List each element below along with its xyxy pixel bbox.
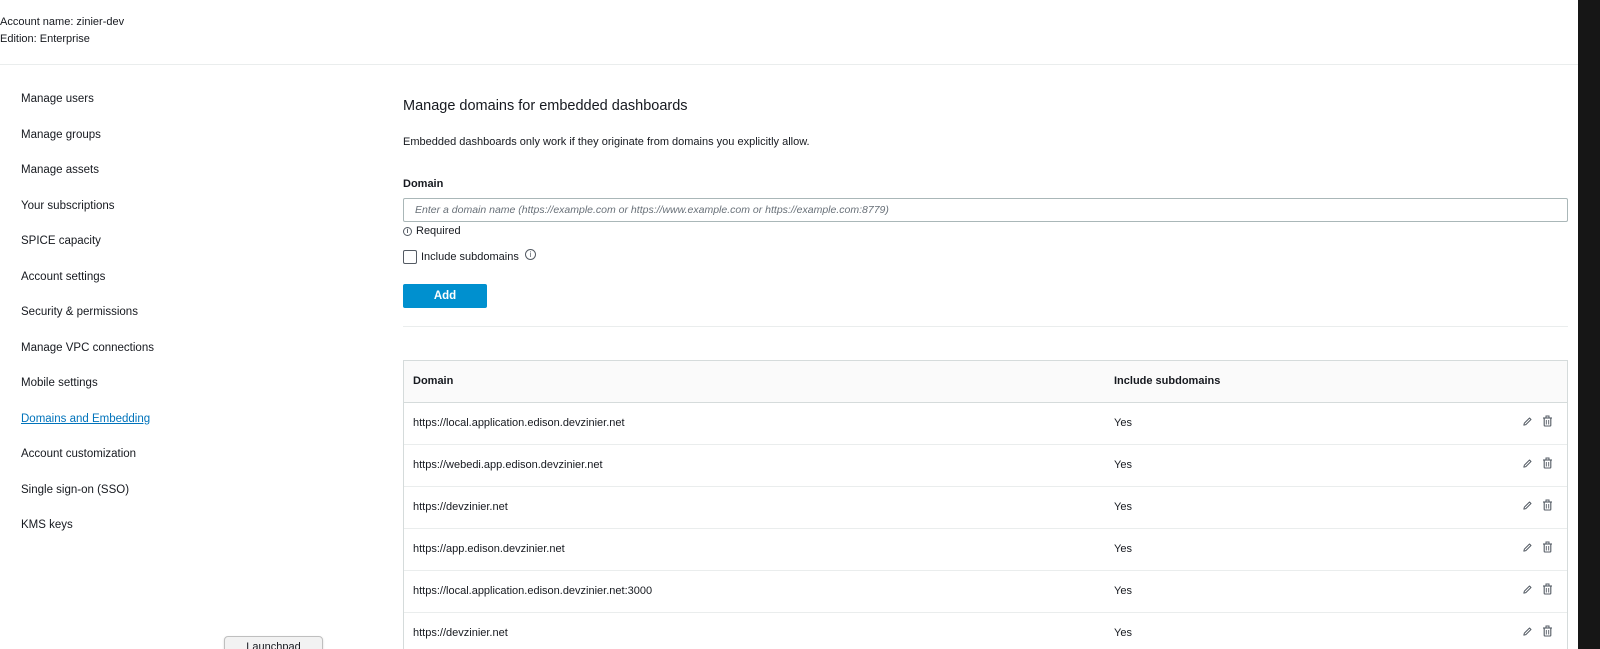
pencil-icon[interactable] — [1522, 416, 1533, 427]
include-subdomains-cell: Yes — [1114, 459, 1132, 471]
domain-cell: https://webedi.app.edison.devzinier.net — [413, 459, 603, 471]
row-actions — [1522, 583, 1553, 595]
sidebar-item-mobile-settings[interactable]: Mobile settings — [21, 374, 154, 410]
add-button[interactable]: Add — [403, 284, 487, 308]
sidebar-item-kms-keys[interactable]: KMS keys — [21, 516, 154, 552]
header-divider — [0, 64, 1578, 65]
sidebar-item-security-permissions[interactable]: Security & permissions — [21, 303, 154, 339]
trash-icon[interactable] — [1542, 541, 1553, 553]
pencil-icon[interactable] — [1522, 500, 1533, 511]
include-subdomains-row: Include subdomains i — [403, 248, 536, 264]
include-subdomains-cell: Yes — [1114, 627, 1132, 639]
page-description: Embedded dashboards only work if they or… — [403, 136, 810, 148]
required-text: Required — [416, 225, 461, 237]
domains-table: Domain Include subdomains https://local.… — [403, 360, 1568, 649]
trash-icon[interactable] — [1542, 625, 1553, 637]
info-icon: i — [403, 226, 412, 236]
launchpad-tooltip: Launchpad — [224, 636, 323, 649]
window-edge — [1578, 0, 1600, 649]
include-subdomains-cell: Yes — [1114, 417, 1132, 429]
required-hint: i Required — [403, 225, 461, 237]
info-icon[interactable]: i — [524, 248, 536, 260]
table-row: https://devzinier.net Yes — [404, 487, 1567, 529]
pencil-icon[interactable] — [1522, 458, 1533, 469]
sidebar-item-manage-groups[interactable]: Manage groups — [21, 126, 154, 162]
trash-icon[interactable] — [1542, 415, 1553, 427]
sidebar-item-account-settings[interactable]: Account settings — [21, 268, 154, 304]
row-actions — [1522, 499, 1553, 511]
domain-input[interactable] — [403, 198, 1568, 222]
row-actions — [1522, 541, 1553, 553]
sidebar-item-single-sign-on[interactable]: Single sign-on (SSO) — [21, 481, 154, 517]
include-subdomains-cell: Yes — [1114, 585, 1132, 597]
trash-icon[interactable] — [1542, 457, 1553, 469]
sidebar-item-manage-users[interactable]: Manage users — [21, 90, 154, 126]
pencil-icon[interactable] — [1522, 542, 1533, 553]
domain-field-label: Domain — [403, 178, 444, 190]
page-title: Manage domains for embedded dashboards — [403, 98, 688, 114]
sidebar-item-your-subscriptions[interactable]: Your subscriptions — [21, 197, 154, 233]
sidebar-item-account-customization[interactable]: Account customization — [21, 445, 154, 481]
table-row: https://devzinier.net Yes — [404, 613, 1567, 649]
section-divider — [403, 326, 1568, 327]
row-actions — [1522, 625, 1553, 637]
row-actions — [1522, 415, 1553, 427]
pencil-icon[interactable] — [1522, 626, 1533, 637]
sidebar-item-manage-vpc-connections[interactable]: Manage VPC connections — [21, 339, 154, 375]
sidebar-item-domains-and-embedding[interactable]: Domains and Embedding — [21, 410, 154, 446]
column-header-domain: Domain — [413, 375, 454, 387]
sidebar-nav: Manage users Manage groups Manage assets… — [21, 90, 154, 552]
sidebar-item-manage-assets[interactable]: Manage assets — [21, 161, 154, 197]
domain-cell: https://devzinier.net — [413, 501, 508, 513]
sidebar-item-spice-capacity[interactable]: SPICE capacity — [21, 232, 154, 268]
column-header-include-subdomains: Include subdomains — [1114, 375, 1221, 387]
row-actions — [1522, 457, 1553, 469]
include-subdomains-cell: Yes — [1114, 543, 1132, 555]
table-body: https://local.application.edison.devzini… — [404, 403, 1567, 649]
domain-cell: https://local.application.edison.devzini… — [413, 417, 625, 429]
table-row: https://local.application.edison.devzini… — [404, 403, 1567, 445]
include-subdomains-checkbox[interactable] — [403, 250, 417, 264]
trash-icon[interactable] — [1542, 583, 1553, 595]
pencil-icon[interactable] — [1522, 584, 1533, 595]
table-row: https://webedi.app.edison.devzinier.net Y… — [404, 445, 1567, 487]
table-row: https://local.application.edison.devzini… — [404, 571, 1567, 613]
page: Account name: zinier-dev Edition: Enterp… — [0, 0, 1578, 649]
account-info: Account name: zinier-dev Edition: Enterp… — [0, 14, 124, 48]
trash-icon[interactable] — [1542, 499, 1553, 511]
include-subdomains-label: Include subdomains — [421, 251, 519, 263]
domain-cell: https://app.edison.devzinier.net — [413, 543, 565, 555]
account-edition: Edition: Enterprise — [0, 33, 90, 45]
include-subdomains-cell: Yes — [1114, 501, 1132, 513]
table-header: Domain Include subdomains — [404, 361, 1567, 403]
account-name: Account name: zinier-dev — [0, 16, 125, 28]
table-row: https://app.edison.devzinier.net Yes — [404, 529, 1567, 571]
domain-cell: https://local.application.edison.devzini… — [413, 585, 653, 597]
domain-cell: https://devzinier.net — [413, 627, 508, 639]
